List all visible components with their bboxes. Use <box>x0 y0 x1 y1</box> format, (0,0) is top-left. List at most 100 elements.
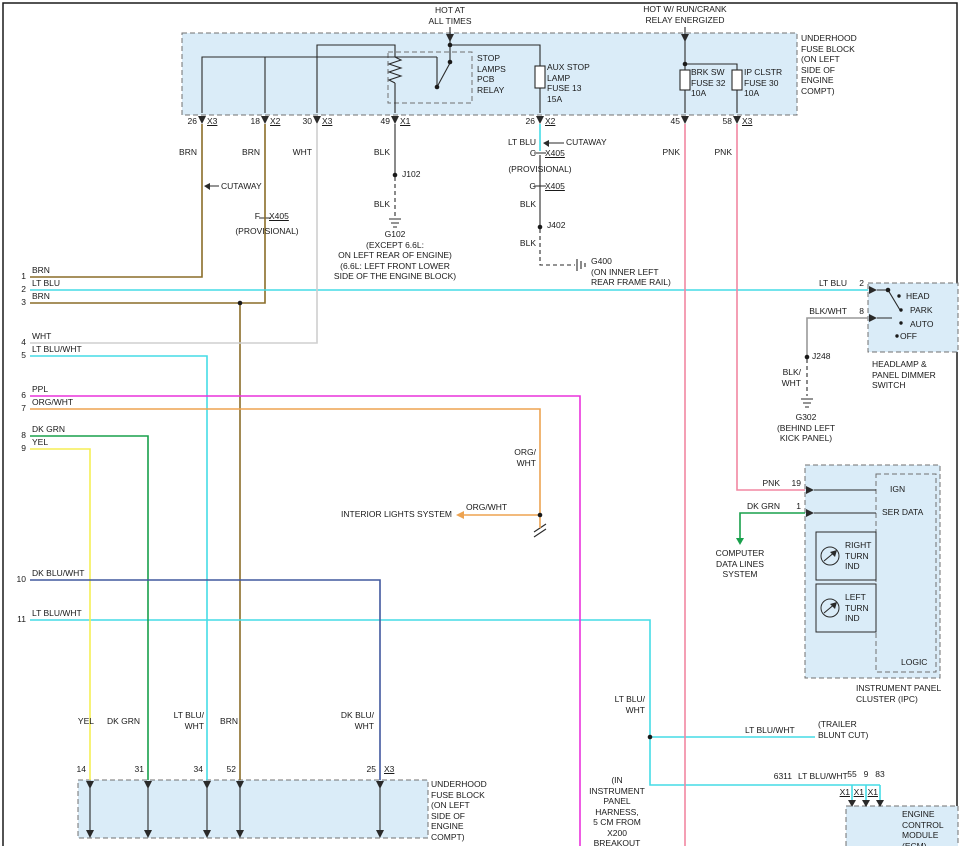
connector-cavity: F <box>255 211 260 222</box>
connector-name: X405 <box>545 148 565 159</box>
wire-color-label: ORG/WHT <box>466 502 507 513</box>
row-wire-label: PPL <box>32 384 48 395</box>
fuse13-label: AUX STOP LAMP FUSE 13 15A <box>547 62 590 104</box>
wire-color-label: LT BLU/ WHT <box>615 694 645 715</box>
pin-number: 1 <box>796 501 801 512</box>
pin-number: 30 <box>303 116 312 127</box>
wire-color-label: LT BLU/WHT <box>798 771 848 782</box>
junction-label: J102 <box>402 169 420 180</box>
junction-label: J248 <box>812 351 830 362</box>
row-wire-label: DK BLU/WHT <box>32 568 84 579</box>
row-number: 4 <box>21 337 26 348</box>
wire-color-label: DK BLU/ WHT <box>341 710 374 731</box>
harness-note: (IN INSTRUMENT PANEL HARNESS, 5 CM FROM … <box>589 775 645 846</box>
wire-org-wht <box>30 409 540 528</box>
pin-number: 8 <box>859 306 864 317</box>
pin-number: 83 <box>875 769 884 780</box>
provisional-note: (PROVISIONAL) <box>508 164 571 175</box>
instrument-panel-cluster-box <box>805 465 940 678</box>
ipc-label: INSTRUMENT PANEL CLUSTER (IPC) <box>856 683 941 704</box>
row-wire-label: LT BLU/WHT <box>32 344 82 355</box>
wire-lt-blu <box>30 124 880 800</box>
row-wire-label: BRN <box>32 265 50 276</box>
switch-position-off: OFF <box>900 331 917 342</box>
switch-position-head: HEAD <box>906 291 930 302</box>
flow-arrows <box>86 34 884 838</box>
row-wire-label: LT BLU <box>32 278 60 289</box>
ipc-ign-label: IGN <box>890 484 905 495</box>
row-wire-label: ORG/WHT <box>32 397 73 408</box>
wire-color-label: BLK <box>520 199 536 210</box>
pin-connector: X3 <box>207 116 217 127</box>
underhood-fuse-block-bottom-box <box>78 780 428 838</box>
wire-color-label: LT BLU <box>819 278 847 289</box>
wire-color-label: BLK <box>374 147 390 158</box>
pin-connector: X2 <box>545 116 555 127</box>
wire-color-label: BRN <box>220 716 238 727</box>
connector-cavity: C <box>530 148 536 159</box>
switch-position-auto: AUTO <box>910 319 933 330</box>
provisional-note: (PROVISIONAL) <box>235 226 298 237</box>
fuse13-icon <box>535 66 545 88</box>
row-number: 5 <box>21 350 26 361</box>
row-number: 1 <box>21 271 26 282</box>
row-number: 9 <box>21 443 26 454</box>
wire-color-label: BLK <box>520 238 536 249</box>
ipc-ser-data-label: SER DATA <box>882 507 923 518</box>
pin-connector: X1 <box>868 787 878 798</box>
wire-dk-blu-wht <box>30 580 380 780</box>
fuse30-icon <box>732 70 742 90</box>
pin-number: 9 <box>864 769 869 780</box>
wire-color-label: BLK/ WHT <box>782 367 801 388</box>
connector-name: X405 <box>545 181 565 192</box>
stop-lamps-relay-label: STOP LAMPS PCB RELAY <box>477 53 506 95</box>
wire-color-label: PNK <box>763 478 780 489</box>
pin-number: 25 <box>367 764 376 775</box>
cutaway-note: CUTAWAY <box>566 137 607 148</box>
ground-g102-label: G102 (EXCEPT 6.6L: ON LEFT REAR OF ENGIN… <box>334 229 456 282</box>
wire-color-label: DK GRN <box>747 501 780 512</box>
wire-color-label: LT BLU/WHT <box>745 725 795 736</box>
interior-lights-arrow-icon <box>456 511 464 519</box>
ground-g400-label: G400 (ON INNER LEFT REAR FRAME RAIL) <box>591 256 671 288</box>
row-number: 10 <box>17 574 26 585</box>
pin-number: 14 <box>77 764 86 775</box>
pin-connector: X2 <box>270 116 280 127</box>
row-wire-label: LT BLU/WHT <box>32 608 82 619</box>
wire-color-label: BLK/WHT <box>809 306 847 317</box>
row-number: 8 <box>21 430 26 441</box>
pin-number: 26 <box>526 116 535 127</box>
row-wire-label: BRN <box>32 291 50 302</box>
ecm-label: ENGINE CONTROL MODULE (ECM) (LEFT SIDE O… <box>902 809 962 846</box>
pin-number: 2 <box>859 278 864 289</box>
row-number: 3 <box>21 297 26 308</box>
pin-connector: X3 <box>742 116 752 127</box>
row-wire-label: YEL <box>32 437 48 448</box>
pin-number: 58 <box>723 116 732 127</box>
computer-data-arrow-icon <box>736 538 744 545</box>
fuse32-label: BRK SW FUSE 32 10A <box>691 67 726 99</box>
wire-color-label: YEL <box>78 716 94 727</box>
hot-run-crank-label: HOT W/ RUN/CRANK RELAY ENERGIZED <box>643 4 726 25</box>
pin-connector: X3 <box>384 764 394 775</box>
wire-color-label: WHT <box>293 147 312 158</box>
wire-color-label: PNK <box>715 147 732 158</box>
left-turn-ind-label: LEFT TURN IND <box>845 592 869 624</box>
pin-number: 18 <box>251 116 260 127</box>
row-number: 7 <box>21 403 26 414</box>
pin-number: 34 <box>194 764 203 775</box>
wire-dk-grn <box>30 436 805 780</box>
pin-connector: X1 <box>400 116 410 127</box>
wire-color-label: BRN <box>242 147 260 158</box>
row-number: 11 <box>17 614 26 625</box>
wire-color-label: LT BLU <box>508 137 536 148</box>
fuse32-icon <box>680 70 690 90</box>
circuit-number: 6311 <box>774 771 792 782</box>
wire-color-label: BRN <box>179 147 197 158</box>
pin-number: 52 <box>227 764 236 775</box>
pin-number: 55 <box>847 769 856 780</box>
trailer-note: (TRAILER BLUNT CUT) <box>818 719 868 740</box>
pin-number: 26 <box>188 116 197 127</box>
pin-number: 31 <box>135 764 144 775</box>
row-wire-label: DK GRN <box>32 424 65 435</box>
